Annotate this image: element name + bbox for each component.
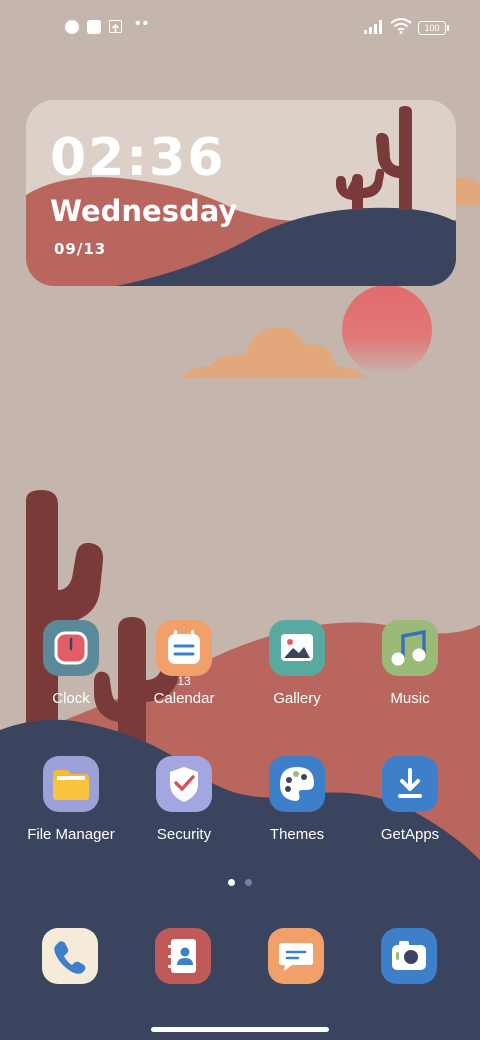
app-clock[interactable]: Clock bbox=[16, 620, 126, 707]
app-label-themes: Themes bbox=[269, 826, 325, 843]
app-file-manager[interactable]: File Manager bbox=[16, 756, 126, 843]
battery-icon: 100 bbox=[418, 21, 449, 35]
camera-icon[interactable] bbox=[381, 928, 437, 984]
signal-icon bbox=[364, 20, 382, 34]
app-label-file-manager: File Manager bbox=[27, 826, 115, 843]
palette-icon bbox=[269, 756, 325, 812]
app-themes[interactable]: Themes bbox=[242, 756, 352, 843]
wifi-icon bbox=[390, 18, 412, 34]
calendar-date-badge: 13 bbox=[177, 674, 191, 688]
phone-icon[interactable] bbox=[42, 928, 98, 984]
status-bar: •• 100 bbox=[0, 0, 480, 56]
clock-icon bbox=[43, 620, 99, 676]
download-icon bbox=[382, 756, 438, 812]
message-icon[interactable] bbox=[268, 928, 324, 984]
app-label-getapps: GetApps bbox=[380, 826, 440, 843]
app-calendar[interactable]: 13 Calendar bbox=[129, 620, 239, 707]
app-label-security: Security bbox=[156, 826, 212, 843]
app-label-calendar: Calendar bbox=[153, 690, 215, 707]
app-music[interactable]: Music bbox=[355, 620, 465, 707]
folder-icon bbox=[43, 756, 99, 812]
widget-day: Wednesday bbox=[50, 194, 238, 228]
contacts-icon[interactable] bbox=[155, 928, 211, 984]
page-indicator-2[interactable] bbox=[245, 879, 252, 886]
app-gallery[interactable]: Gallery bbox=[242, 620, 352, 707]
app-label-gallery: Gallery bbox=[273, 690, 321, 707]
home-indicator[interactable] bbox=[151, 1027, 329, 1032]
more-dots-icon: •• bbox=[135, 15, 151, 32]
calendar-icon bbox=[156, 620, 212, 676]
pinwheel-icon bbox=[65, 20, 79, 34]
square-app-icon bbox=[87, 20, 101, 34]
gallery-icon bbox=[269, 620, 325, 676]
app-getapps[interactable]: GetApps bbox=[355, 756, 465, 843]
app-label-music: Music bbox=[390, 690, 430, 707]
page-indicator-1[interactable] bbox=[228, 879, 235, 886]
app-security[interactable]: Security bbox=[129, 756, 239, 843]
widget-date: 09/13 bbox=[54, 240, 107, 258]
app-label-clock: Clock bbox=[52, 690, 90, 707]
shield-check-icon bbox=[156, 756, 212, 812]
music-icon bbox=[382, 620, 438, 676]
widget-time: 02:36 bbox=[50, 128, 226, 188]
upload-icon bbox=[109, 20, 122, 33]
